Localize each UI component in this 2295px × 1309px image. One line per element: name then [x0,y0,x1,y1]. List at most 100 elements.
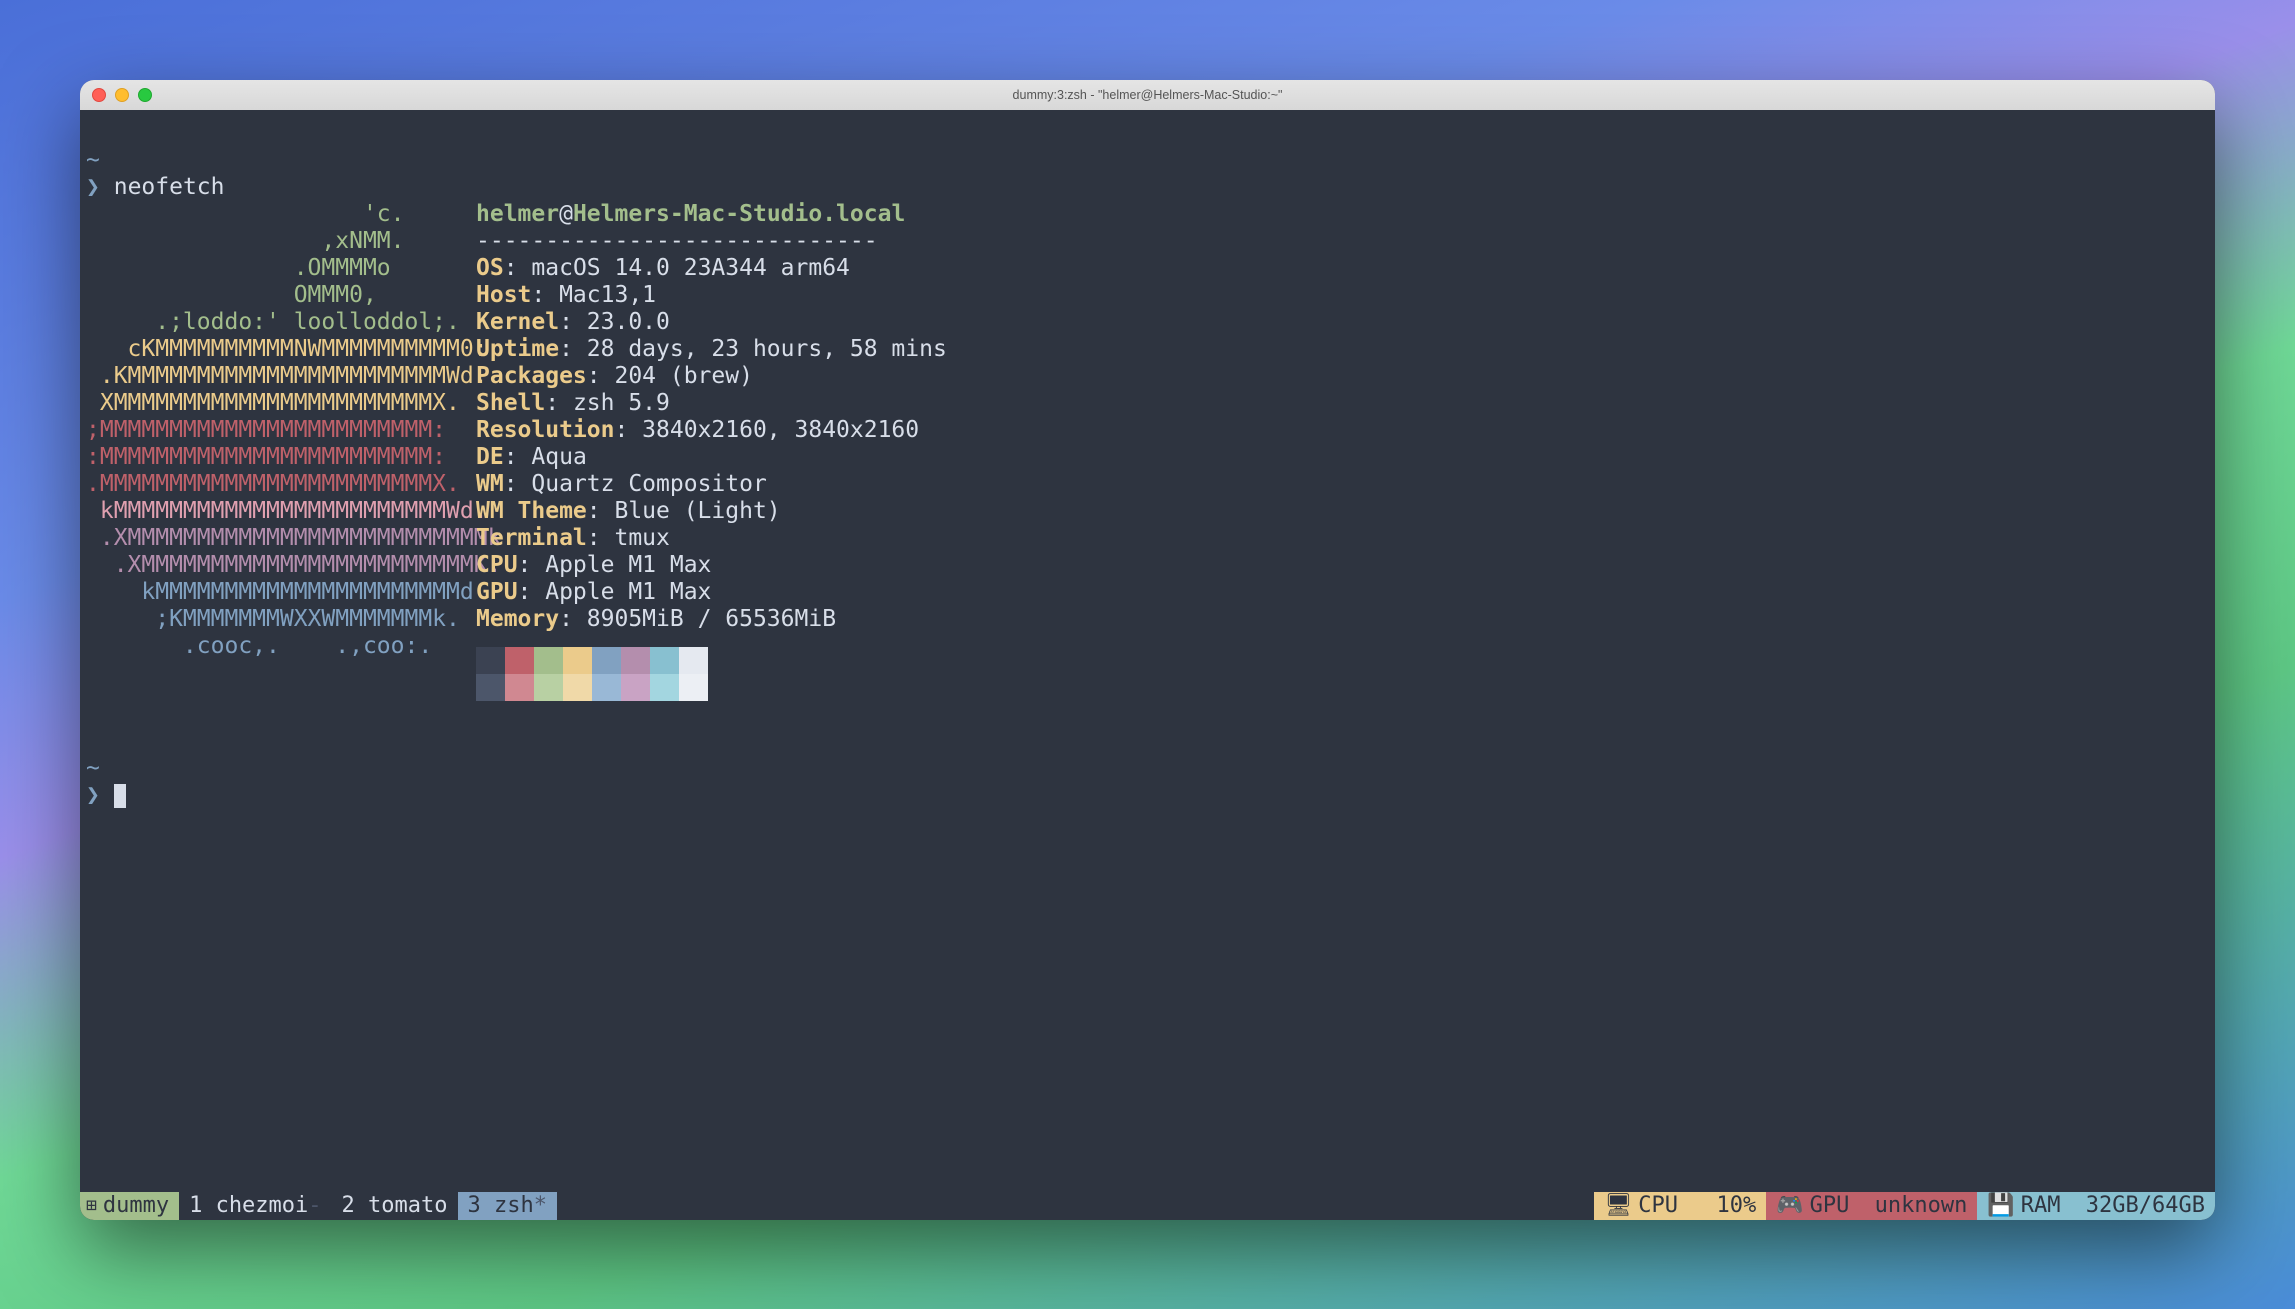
window-title: dummy:3:zsh - "helmer@Helmers-Mac-Studio… [80,88,2215,102]
session-icon: ⊞ [86,1192,97,1220]
info-label-packages: Packages [476,363,587,389]
tmux-window-chezmoi[interactable]: 1 chezmoi- [179,1192,331,1220]
color-swatch [679,647,708,674]
color-swatches-row1 [476,647,947,674]
info-value-os: : macOS 14.0 23A344 arm64 [504,255,850,281]
info-value-host: : Mac13,1 [531,282,656,308]
logo-line: .MMMMMMMMMMMMMMMMMMMMMMMMX. [86,471,488,497]
info-value-wm: : Quartz Compositor [504,471,767,497]
logo-line: ;MMMMMMMMMMMMMMMMMMMMMMMM: [86,417,488,443]
info-user: helmer [476,201,559,227]
info-value-shell: : zsh 5.9 [545,390,670,416]
color-swatch [592,674,621,701]
info-value-packages: : 204 (brew) [587,363,753,389]
logo-line: OMMM0, [86,282,488,308]
ascii-logo: 'c. ,xNMM. .OMMMMo OMMM0, .;loddo:' lool… [86,201,476,701]
color-swatch [505,674,534,701]
color-swatch [476,647,505,674]
ram-icon: 💾 [1987,1192,2014,1220]
info-label-cpu: CPU [476,552,518,578]
info-value-wm-theme: : Blue (Light) [587,498,781,524]
color-swatch [534,674,563,701]
info-label-de: DE [476,444,504,470]
prompt-symbol: ❯ [86,174,100,200]
gpu-stat: 🎮GPU unknown [1766,1192,1977,1220]
minimize-button[interactable] [115,88,129,102]
color-swatch [650,647,679,674]
info-label-gpu: GPU [476,579,518,605]
tmux-window-zsh[interactable]: 3 zsh* [458,1192,557,1220]
color-swatch [563,674,592,701]
info-label-wm-theme: WM Theme [476,498,587,524]
logo-line: .KMMMMMMMMMMMMMMMMMMMMMMMWd. [86,363,488,389]
tmux-statusbar: ⊞ dummy 1 chezmoi-2 tomato3 zsh* 🖥CPU 10… [80,1192,2215,1220]
color-swatch [563,647,592,674]
info-label-os: OS [476,255,504,281]
ram-value: 32GB/64GB [2086,1192,2205,1220]
color-swatch [476,674,505,701]
logo-line: XMMMMMMMMMMMMMMMMMMMMMMMX. [86,390,488,416]
logo-line: ;KMMMMMMMWXXWMMMMMMMk. [86,606,488,632]
info-value-gpu: : Apple M1 Max [518,579,712,605]
statusbar-right: 🖥CPU 10% 🎮GPU unknown 💾RAM 32GB/64GB [1594,1192,2215,1220]
terminal-viewport[interactable]: ~ ❯ neofetch 'c. ,xNMM. .OMMMMo OMMM0, .… [80,110,2215,1192]
info-value-de: : Aqua [504,444,587,470]
logo-line: ,xNMM. [86,228,488,254]
terminal-window: dummy:3:zsh - "helmer@Helmers-Mac-Studio… [80,80,2215,1220]
statusbar-left: ⊞ dummy 1 chezmoi-2 tomato3 zsh* [80,1192,557,1220]
logo-line: :MMMMMMMMMMMMMMMMMMMMMMMM: [86,444,488,470]
info-label-memory: Memory [476,606,559,632]
logo-line: kMMMMMMMMMMMMMMMMMMMMMMMMWd. [86,498,488,524]
info-label-uptime: Uptime [476,336,559,362]
cpu-label: CPU [1638,1192,1678,1220]
info-label-resolution: Resolution [476,417,614,443]
info-value-cpu: : Apple M1 Max [518,552,712,578]
info-label-kernel: Kernel [476,309,559,335]
info-separator: ----------------------------- [476,228,878,254]
info-value-resolution: : 3840x2160, 3840x2160 [614,417,919,443]
color-swatch [679,674,708,701]
gpu-icon: 🎮 [1776,1192,1803,1220]
system-info: helmer@Helmers-Mac-Studio.local --------… [476,201,947,701]
tmux-window-tomato[interactable]: 2 tomato [332,1192,458,1220]
logo-line: 'c. [86,201,488,227]
close-button[interactable] [92,88,106,102]
info-value-uptime: : 28 days, 23 hours, 58 mins [559,336,947,362]
ram-stat: 💾RAM 32GB/64GB [1977,1192,2215,1220]
prompt-cwd: ~ [86,147,100,173]
logo-line: kMMMMMMMMMMMMMMMMMMMMMMd [86,579,488,605]
session-name-pill[interactable]: ⊞ dummy [80,1192,179,1220]
prompt-symbol-2: ❯ [86,782,100,808]
info-host: Helmers-Mac-Studio.local [573,201,905,227]
window-titlebar[interactable]: dummy:3:zsh - "helmer@Helmers-Mac-Studio… [80,80,2215,110]
ram-label: RAM [2021,1192,2061,1220]
info-value-memory: : 8905MiB / 65536MiB [559,606,836,632]
gpu-value: unknown [1875,1192,1968,1220]
info-value-terminal: : tmux [587,525,670,551]
logo-line: .XMMMMMMMMMMMMMMMMMMMMMMMMMMk [86,525,501,551]
color-swatch [621,674,650,701]
logo-line: .cooc,. .,coo:. [86,633,488,659]
info-label-host: Host [476,282,531,308]
maximize-button[interactable] [138,88,152,102]
command-text: neofetch [114,174,225,200]
logo-line: .XMMMMMMMMMMMMMMMMMMMMMMMMK. [86,552,501,578]
cursor [114,784,126,808]
logo-line: cKMMMMMMMMMMNWMMMMMMMMMM0: [86,336,488,362]
traffic-lights [92,88,152,102]
color-swatch [650,674,679,701]
prompt-cwd-2: ~ [86,755,100,781]
info-at: @ [559,201,573,227]
cpu-icon: 🖥 [1604,1192,1632,1220]
cpu-stat: 🖥CPU 10% [1594,1192,1766,1220]
cpu-value: 10% [1717,1192,1757,1220]
color-swatch [534,647,563,674]
gpu-label: GPU [1810,1192,1850,1220]
info-value-kernel: : 23.0.0 [559,309,670,335]
window-list: 1 chezmoi-2 tomato3 zsh* [179,1192,557,1220]
info-label-wm: WM [476,471,504,497]
session-name: dummy [103,1192,169,1220]
color-swatch [505,647,534,674]
color-swatch [592,647,621,674]
neofetch-output: 'c. ,xNMM. .OMMMMo OMMM0, .;loddo:' lool… [86,201,2215,701]
